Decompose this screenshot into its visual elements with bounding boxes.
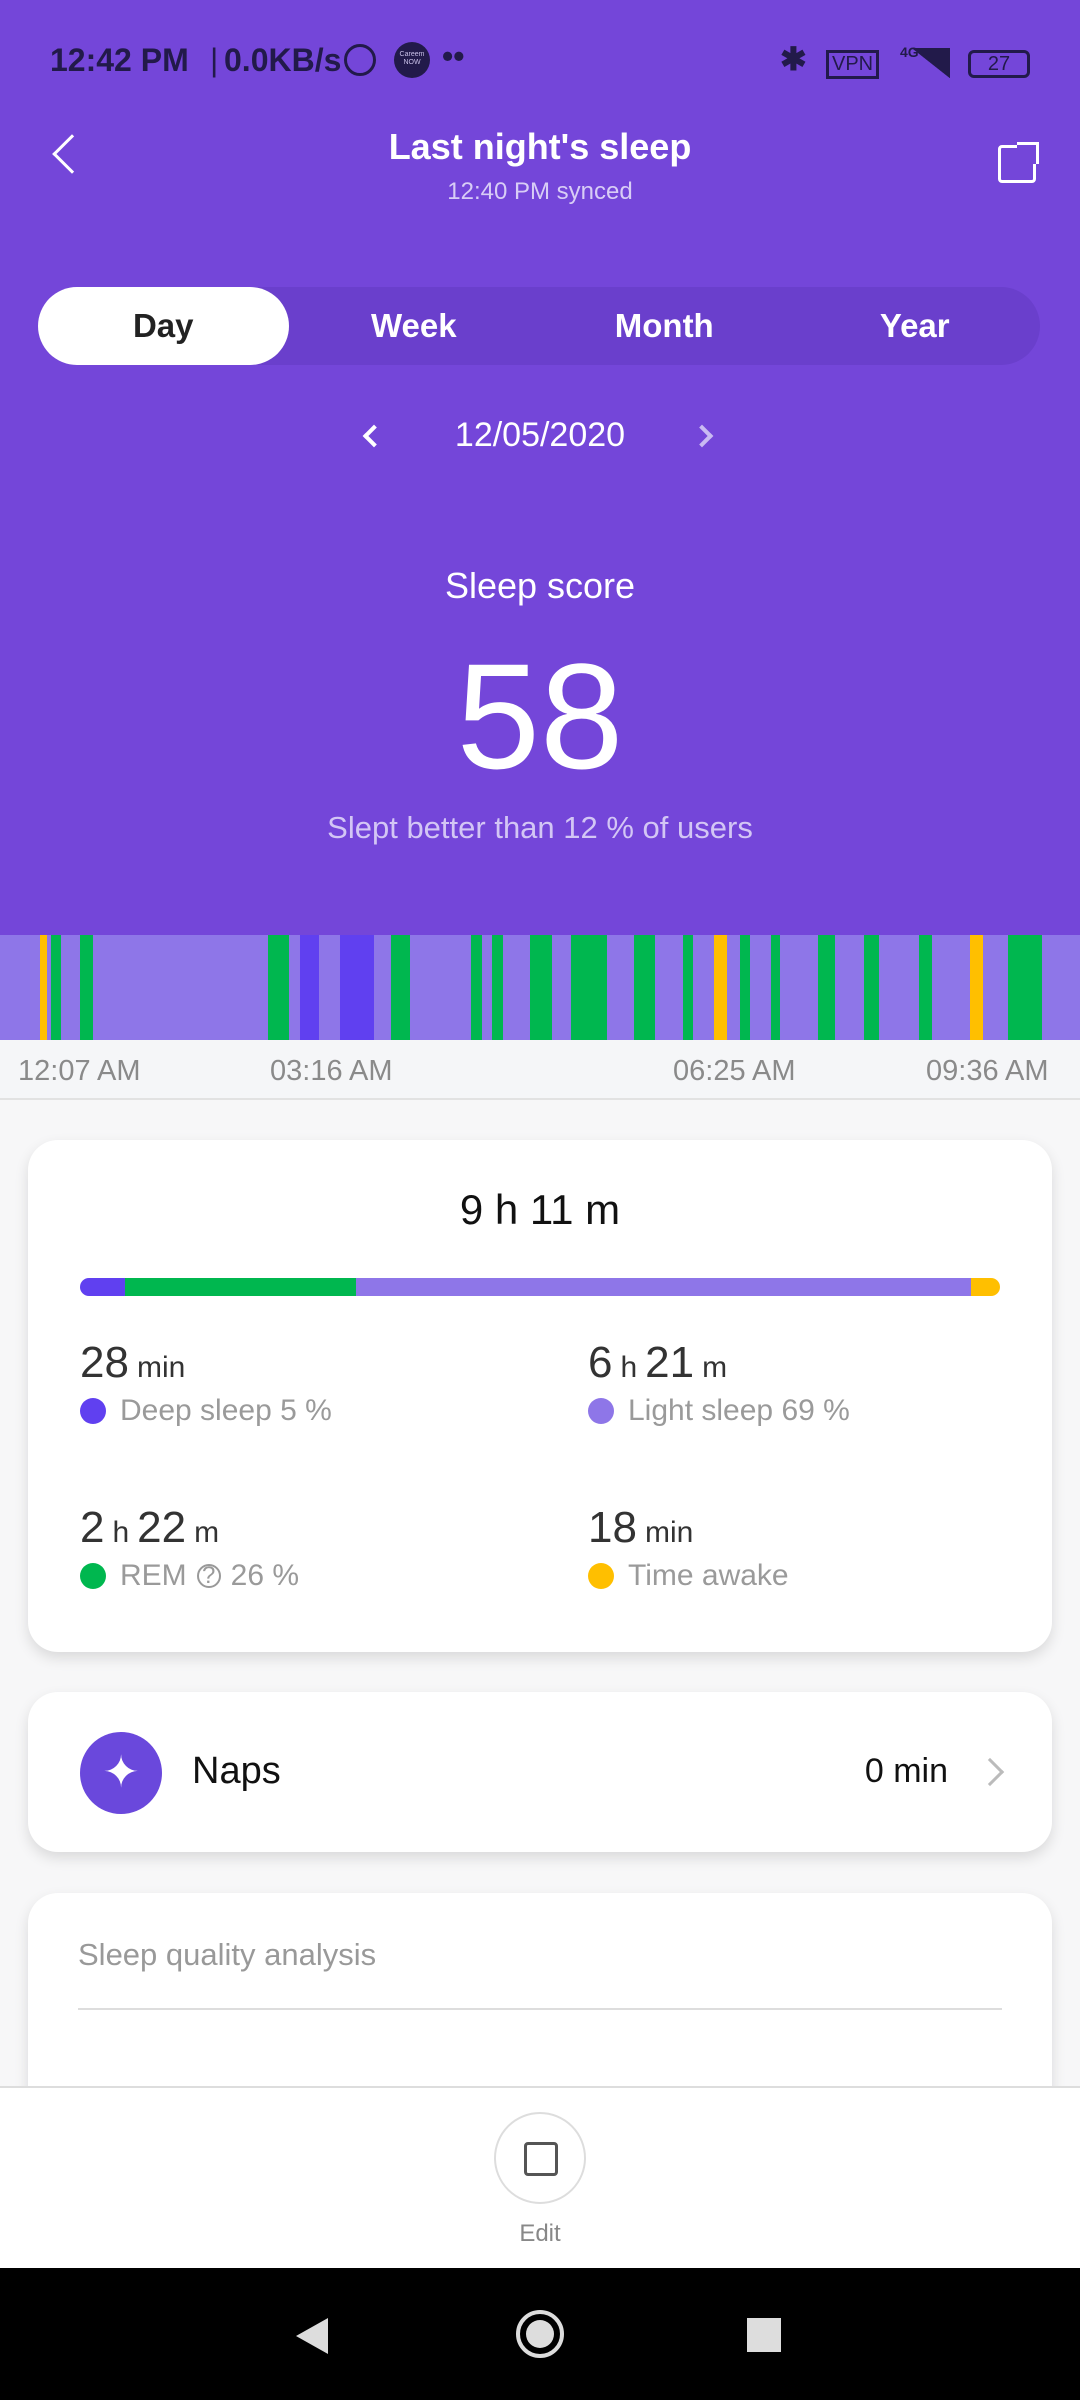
sleep-summary-card: 9 h 11 m 28 min Deep sleep 5 % 6 h 21 m Light s… — [28, 1140, 1052, 1652]
stage-segment-awake — [39, 935, 48, 1040]
tab-day[interactable]: Day — [38, 287, 289, 365]
sleep-stage-chart — [0, 935, 1080, 1040]
time-label: 12:07 AM — [18, 1055, 141, 1087]
stage-segment-rem — [770, 935, 781, 1040]
tab-year[interactable]: Year — [790, 287, 1041, 365]
stat-3: 18 min Time awake — [588, 1503, 789, 1593]
stage-segment-rem — [633, 935, 655, 1040]
stat-percent: 26 % — [230, 1559, 300, 1592]
share-button[interactable] — [998, 142, 1039, 183]
stage-segment-awake — [969, 935, 984, 1040]
score-comparison: Slept better than 12 % of users — [327, 810, 753, 845]
divider — [78, 2008, 1002, 2010]
stage-segment-rem — [529, 935, 553, 1040]
bar-segment-deep — [80, 1278, 125, 1296]
stage-segment-rem — [470, 935, 483, 1040]
bluetooth-icon: ✱ — [780, 41, 807, 77]
nav-back-icon[interactable] — [296, 2318, 328, 2354]
stat-2: 2 h 22 m REM? 26 % — [80, 1503, 299, 1593]
battery-icon: 27 — [968, 50, 1030, 78]
stage-segment-rem — [571, 935, 608, 1040]
sleep-score-label: Sleep score — [444, 565, 636, 606]
stage-segment-rem — [818, 935, 836, 1040]
stat-value: 6 h 21 m — [588, 1338, 728, 1387]
more-dots-icon: •• — [442, 38, 465, 74]
time-axis: 12:07 AM 03:16 AM 06:25 AM 09:36 AM — [0, 1040, 1080, 1100]
legend-dot — [80, 1563, 106, 1589]
stage-segment-rem — [918, 935, 932, 1040]
stage-segment-deep — [339, 935, 374, 1040]
sync-status: 12:40 PM synced — [447, 178, 633, 205]
stat-label: REM — [120, 1559, 187, 1592]
naps-row[interactable]: ✦ Naps 0 min — [28, 1692, 1052, 1852]
stat-0: 28 min Deep sleep 5 % — [80, 1338, 332, 1428]
tab-week[interactable]: Week — [289, 287, 540, 365]
status-time: 12:42 PM — [50, 42, 189, 78]
tab-month[interactable]: Month — [539, 287, 790, 365]
stage-segment-rem — [1007, 935, 1043, 1040]
time-label: 09:36 AM — [926, 1055, 1049, 1087]
bottom-bar: Edit — [0, 2086, 1080, 2268]
legend-dot — [588, 1563, 614, 1589]
edit-icon — [524, 2142, 558, 2176]
chevron-right-icon — [975, 1757, 1005, 1787]
naps-value: 0 min — [864, 1752, 948, 1790]
stat-1: 6 h 21 m Light sleep 69 % — [588, 1338, 850, 1428]
stat-label: Time awake — [628, 1559, 789, 1592]
stage-segment-deep — [299, 935, 319, 1040]
bar-segment-rem — [124, 1278, 357, 1296]
status-speed: 0.0KB/s — [224, 42, 342, 78]
date-label: 12/05/2020 — [454, 416, 626, 454]
stage-segment-rem — [683, 935, 693, 1040]
stage-segment-rem — [391, 935, 410, 1040]
stat-value: 2 h 22 m — [80, 1503, 220, 1552]
time-label: 03:16 AM — [270, 1055, 393, 1087]
legend-dot — [80, 1398, 106, 1424]
help-icon[interactable]: ? — [196, 1564, 221, 1588]
naps-label: Naps — [192, 1750, 281, 1792]
sparkle-icon: ✦ — [80, 1732, 162, 1814]
share-icon — [1017, 142, 1039, 164]
bar-segment-awake — [970, 1278, 1000, 1296]
nav-recents-icon[interactable] — [747, 2318, 781, 2352]
stat-label: Deep sleep 5 % — [120, 1394, 332, 1427]
stage-segment-rem — [79, 935, 93, 1040]
navigation-bar — [0, 2268, 1080, 2400]
edit-button[interactable] — [494, 2112, 586, 2204]
sleep-score-value: 58 — [456, 632, 624, 800]
stage-segment-awake — [713, 935, 727, 1040]
stage-segment-rem — [740, 935, 750, 1040]
stage-segment-rem — [491, 935, 503, 1040]
page-title: Last night's sleep — [388, 126, 692, 167]
time-label: 06:25 AM — [673, 1055, 796, 1087]
status-separator: | — [210, 42, 219, 78]
stat-label: Light sleep 69 % — [628, 1394, 850, 1427]
period-tabs: Day Week Month Year — [38, 287, 1040, 365]
whatsapp-icon — [344, 44, 376, 76]
legend-dot — [588, 1398, 614, 1424]
stat-value: 18 min — [588, 1503, 694, 1552]
bar-segment-light — [356, 1278, 971, 1296]
quality-title: Sleep quality analysis — [78, 1937, 377, 1972]
signal-icon — [912, 48, 950, 78]
stage-segment-rem — [51, 935, 61, 1040]
stage-segment-rem — [267, 935, 289, 1040]
stage-proportion-bar — [80, 1278, 1000, 1296]
nav-home-icon[interactable] — [516, 2310, 564, 2358]
total-sleep: 9 h 11 m — [459, 1186, 621, 1233]
stat-value: 28 min — [80, 1338, 186, 1387]
vpn-icon: VPN — [826, 50, 880, 79]
stage-segment-rem — [863, 935, 879, 1040]
careem-icon: Careem NOW — [394, 42, 430, 78]
edit-label: Edit — [519, 2220, 561, 2247]
